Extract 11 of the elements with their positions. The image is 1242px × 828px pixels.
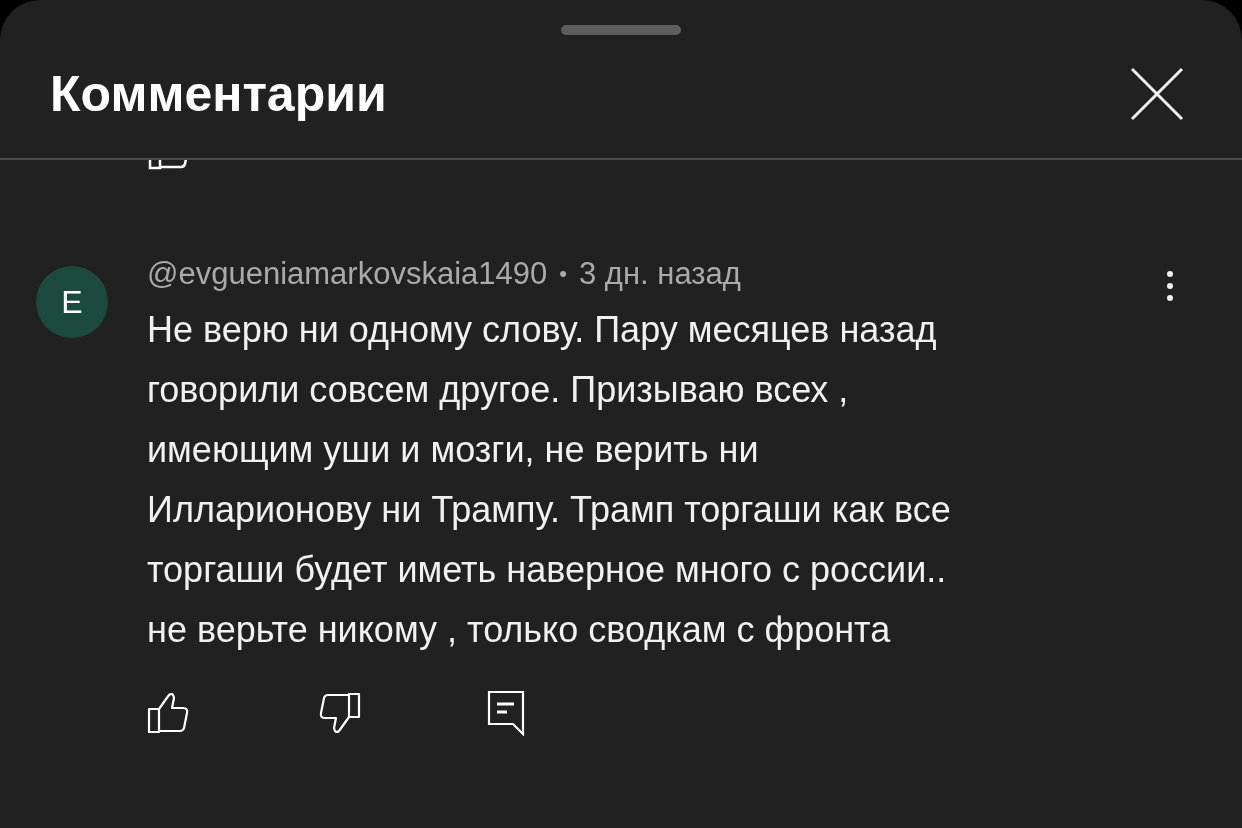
sheet-title: Комментарии: [50, 65, 387, 123]
more-icon[interactable]: [1166, 270, 1174, 302]
close-icon[interactable]: [1130, 67, 1184, 121]
avatar[interactable]: Е: [36, 266, 108, 338]
separator-dot: •: [559, 261, 567, 287]
dislike-icon[interactable]: [317, 692, 361, 734]
reply-icon[interactable]: [487, 690, 525, 736]
comment-text: Не верю ни одному слову. Пару месяцев назад говорили совсем другое. Призываю всех , имеющим уши и мозги, не верить ни Илларионову ни Трампу. Трамп торгаши как все торгаши будет иметь наверное много с россии.. не верьте никому , только сводкам с фронта: [147, 308, 952, 652]
author-handle[interactable]: @evgueniamarkovskaia1490: [147, 256, 548, 292]
comment-time: 3 дн. назад: [578, 256, 741, 292]
drag-handle[interactable]: [561, 25, 681, 35]
